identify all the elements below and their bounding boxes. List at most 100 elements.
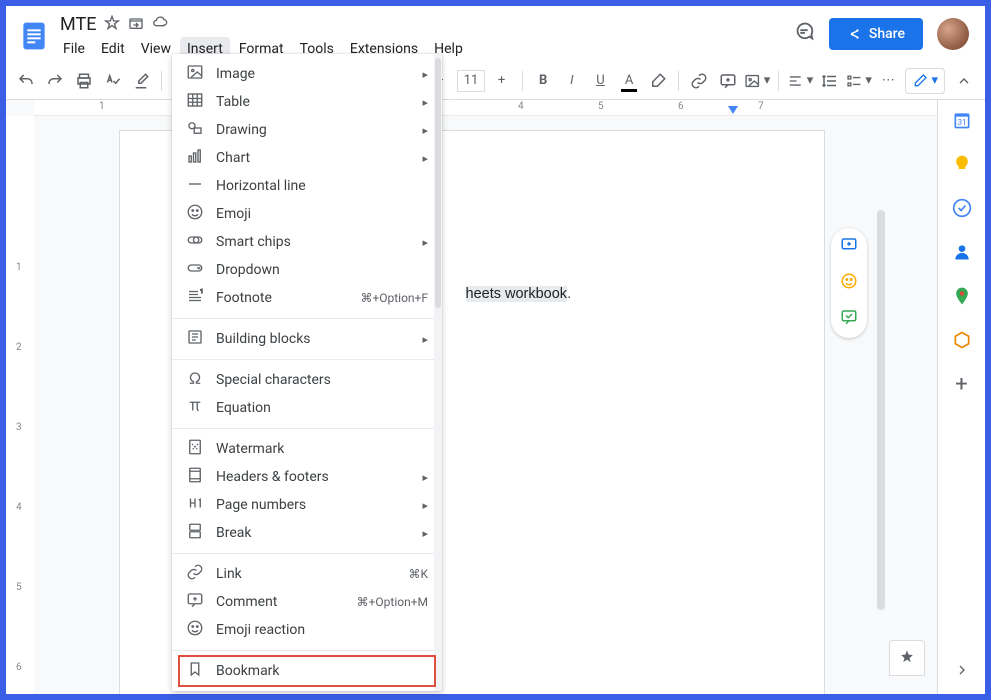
image-icon xyxy=(186,63,204,85)
menu-item-label: Page numbers xyxy=(216,497,410,513)
share-button[interactable]: Share xyxy=(829,18,923,50)
menu-edit[interactable]: Edit xyxy=(94,37,132,61)
document-title[interactable]: MTE xyxy=(60,14,96,35)
menu-item-label: Horizontal line xyxy=(216,178,428,194)
menu-item-label: Emoji xyxy=(216,206,428,222)
insert-menu-building-blocks[interactable]: Building blocks▸ xyxy=(172,325,442,353)
suggest-edits-icon[interactable] xyxy=(840,308,858,330)
menu-item-label: Equation xyxy=(216,400,428,416)
checklist-button[interactable]: ▾ xyxy=(846,68,872,94)
submenu-arrow-icon: ▸ xyxy=(422,471,428,484)
editing-mode-button[interactable]: ▾ xyxy=(905,68,946,94)
omega-icon xyxy=(186,369,204,391)
insert-menu-watermark[interactable]: Watermark xyxy=(172,435,442,463)
vertical-ruler[interactable]: 1 2 3 4 5 6 xyxy=(6,116,34,694)
insert-link-button[interactable] xyxy=(687,68,712,94)
docs-logo-icon[interactable] xyxy=(14,16,54,56)
menu-item-label: Drawing xyxy=(216,122,410,138)
insert-image-button[interactable]: ▾ xyxy=(744,68,770,94)
table-icon xyxy=(186,91,204,113)
comment-history-icon[interactable] xyxy=(793,21,815,47)
user-avatar[interactable] xyxy=(937,18,969,50)
insert-menu-equation[interactable]: Equation xyxy=(172,394,442,422)
tasks-icon[interactable] xyxy=(952,198,972,218)
menu-item-label: Special characters xyxy=(216,372,428,388)
hide-side-panel-icon[interactable] xyxy=(954,662,970,682)
menu-item-label: Dropdown xyxy=(216,262,428,278)
underline-button[interactable]: U xyxy=(588,68,613,94)
insert-menu-smart-chips[interactable]: Smart chips▸ xyxy=(172,228,442,256)
calendar-icon[interactable]: 31 xyxy=(952,110,972,130)
emoji-reaction-icon[interactable] xyxy=(840,272,858,294)
insert-menu-comment[interactable]: Comment⌘+Option+M xyxy=(172,588,442,616)
keep-icon[interactable] xyxy=(952,154,972,174)
insert-menu-table[interactable]: Table▸ xyxy=(172,88,442,116)
cloud-status-icon[interactable] xyxy=(152,15,168,35)
get-addons-icon[interactable]: + xyxy=(952,374,972,394)
blocks-icon xyxy=(186,328,204,350)
insert-menu-dropdown[interactable]: Dropdown xyxy=(172,256,442,284)
insert-menu-emoji[interactable]: Emoji xyxy=(172,200,442,228)
document-text[interactable]: heets workbook xyxy=(466,286,568,302)
insert-menu-chart[interactable]: Chart ▸ xyxy=(172,144,442,172)
link-icon xyxy=(186,563,204,585)
explore-button[interactable] xyxy=(889,640,925,676)
menu-item-label: Chart xyxy=(216,150,410,166)
menu-item-label: Bookmark xyxy=(216,663,428,679)
bookmark-icon xyxy=(186,660,204,682)
font-size-increase[interactable]: + xyxy=(489,68,514,94)
line-spacing-button[interactable] xyxy=(817,68,842,94)
dropdown-icon xyxy=(186,259,204,281)
insert-menu-special-characters[interactable]: Special characters xyxy=(172,366,442,394)
svg-text:1: 1 xyxy=(200,289,203,295)
addon-icon[interactable] xyxy=(952,330,972,350)
menu-file[interactable]: File xyxy=(56,37,92,61)
insert-menu-emoji-reaction[interactable]: Emoji reaction xyxy=(172,616,442,644)
headers-icon xyxy=(186,466,204,488)
menu-item-label: Footnote xyxy=(216,290,348,306)
submenu-arrow-icon: ▸ xyxy=(422,152,428,165)
horizontal-ruler[interactable]: 1 4 5 6 7 xyxy=(34,100,937,116)
submenu-arrow-icon: ▸ xyxy=(422,527,428,540)
highlight-color-button[interactable] xyxy=(645,68,670,94)
menu-item-label: Comment xyxy=(216,594,345,610)
insert-menu-headers-footers[interactable]: Headers & footers▸ xyxy=(172,463,442,491)
side-panel: 31 + xyxy=(937,100,985,694)
submenu-arrow-icon: ▸ xyxy=(422,68,428,81)
submenu-arrow-icon: ▸ xyxy=(422,236,428,249)
vertical-scrollbar[interactable] xyxy=(877,210,887,660)
redo-button[interactable] xyxy=(43,68,68,94)
insert-menu-bookmark[interactable]: Bookmark xyxy=(172,657,442,685)
font-size-input[interactable]: 11 xyxy=(457,70,486,92)
share-label: Share xyxy=(869,26,905,42)
insert-menu-page-numbers[interactable]: Page numbers▸ xyxy=(172,491,442,519)
collapse-toolbar-button[interactable] xyxy=(951,68,977,94)
break-icon xyxy=(186,522,204,544)
italic-button[interactable]: I xyxy=(560,68,585,94)
menu-item-label: Break xyxy=(216,525,410,541)
move-icon[interactable] xyxy=(128,15,144,35)
insert-menu-dropdown: Image▸Table▸ Drawing ▸ Chart ▸ Horizontal lin… xyxy=(172,54,442,691)
undo-button[interactable] xyxy=(14,68,39,94)
app-window: MTE File Edit View Insert Format Tools E… xyxy=(6,6,985,694)
insert-menu-drawing[interactable]: Drawing ▸ xyxy=(172,116,442,144)
bold-button[interactable]: B xyxy=(531,68,556,94)
text-color-button[interactable]: A xyxy=(617,68,642,94)
star-icon[interactable] xyxy=(104,15,120,35)
align-button[interactable]: ▾ xyxy=(787,68,813,94)
add-comment-button[interactable] xyxy=(716,68,741,94)
more-button[interactable]: ⋯ xyxy=(876,68,901,94)
insert-menu-horizontal-line[interactable]: Horizontal line xyxy=(172,172,442,200)
submenu-arrow-icon: ▸ xyxy=(422,124,428,137)
contacts-icon[interactable] xyxy=(952,242,972,262)
insert-menu-image[interactable]: Image▸ xyxy=(172,60,442,88)
maps-icon[interactable] xyxy=(952,286,972,306)
print-button[interactable] xyxy=(71,68,96,94)
insert-menu-break[interactable]: Break ▸ xyxy=(172,519,442,547)
spellcheck-button[interactable] xyxy=(100,68,125,94)
paint-format-button[interactable] xyxy=(129,68,154,94)
insert-menu-footnote[interactable]: 1Footnote⌘+Option+F xyxy=(172,284,442,312)
titlebar: MTE File Edit View Insert Format Tools E… xyxy=(6,6,985,62)
add-comment-icon[interactable] xyxy=(840,236,858,258)
insert-menu-link[interactable]: Link⌘K xyxy=(172,560,442,588)
